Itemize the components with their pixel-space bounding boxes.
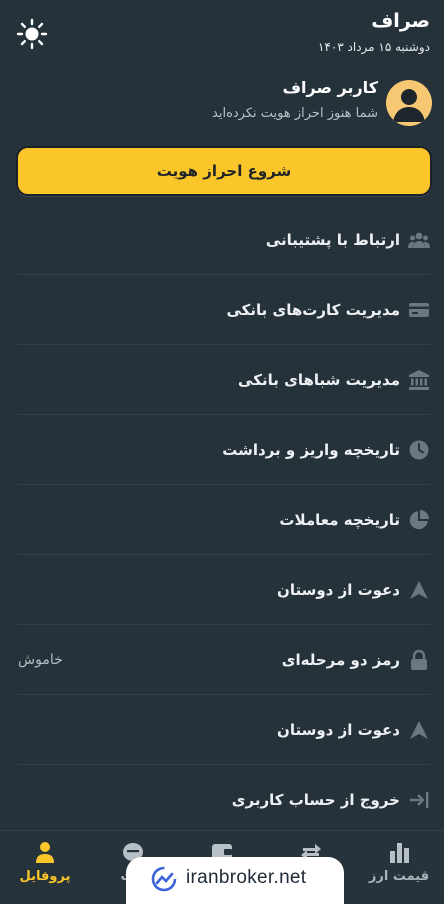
clock-icon (409, 440, 429, 460)
watermark: iranbroker.net (126, 857, 344, 904)
support-icon (408, 232, 430, 248)
watermark-text: iranbroker.net (186, 867, 307, 888)
lock-icon (411, 649, 427, 670)
menu-item-trade-history[interactable]: تاریخچه معاملات (0, 485, 444, 555)
menu-item-two-factor[interactable]: رمز دو مرحله‌ای خاموش (0, 625, 444, 695)
menu-item-iban[interactable]: مدیریت شباهای بانکی (0, 345, 444, 415)
invite-icon (410, 721, 428, 739)
invite-icon (410, 581, 428, 599)
menu-item-logout[interactable]: خروج از حساب کاربری (0, 765, 444, 835)
menu-item-support[interactable]: ارتباط با پشتیبانی (0, 205, 444, 275)
menu-item-bank-cards[interactable]: مدیریت کارت‌های بانکی (0, 275, 444, 345)
menu-label: رمز دو مرحله‌ای (281, 651, 400, 669)
menu-label: تاریخچه معاملات (279, 511, 400, 529)
start-kyc-button[interactable]: شروع احراز هویت (16, 146, 432, 196)
menu-label: خروج از حساب کاربری (231, 791, 400, 809)
nav-tab-profile[interactable]: پروفایل (0, 831, 90, 901)
pie-chart-icon (409, 510, 429, 530)
user-profile-card: کاربر صراف شما هنوز احراز هویت نکرده‌اید (0, 76, 444, 132)
header-date: دوشنبه ۱۵ مرداد ۱۴۰۳ (317, 40, 430, 54)
nav-label: قیمت ارز (368, 869, 430, 884)
bank-icon (409, 370, 429, 390)
menu-label: مدیریت شباهای بانکی (238, 371, 400, 389)
menu-label: دعوت از دوستان (277, 581, 400, 599)
bar-chart-icon (390, 843, 409, 863)
menu-item-invite-friends[interactable]: دعوت از دوستان (0, 555, 444, 625)
menu-label: مدیریت کارت‌های بانکی (226, 301, 400, 319)
two-factor-status: خاموش (18, 652, 63, 668)
logout-icon (410, 792, 429, 808)
user-avatar-icon (386, 80, 432, 126)
app-header: صراف دوشنبه ۱۵ مرداد ۱۴۰۳ (0, 0, 444, 64)
menu-label: دعوت از دوستان (277, 721, 400, 739)
menu-item-invite-friends-2[interactable]: دعوت از دوستان (0, 695, 444, 765)
sun-icon[interactable] (16, 18, 48, 50)
iranbroker-logo-icon (151, 866, 177, 892)
user-kyc-status: شما هنوز احراز هویت نکرده‌اید (212, 106, 378, 121)
menu-label: ارتباط با پشتیبانی (265, 231, 400, 249)
app-title: صراف (371, 10, 430, 32)
menu-item-deposit-history[interactable]: تاریخچه واریز و برداشت (0, 415, 444, 485)
nav-label: پروفایل (19, 869, 71, 884)
user-name: کاربر صراف (282, 78, 378, 97)
credit-card-icon (409, 303, 429, 317)
nav-tab-prices[interactable]: قیمت ارز (354, 831, 444, 901)
profile-icon (36, 842, 54, 863)
menu-label: تاریخچه واریز و برداشت (222, 441, 400, 459)
